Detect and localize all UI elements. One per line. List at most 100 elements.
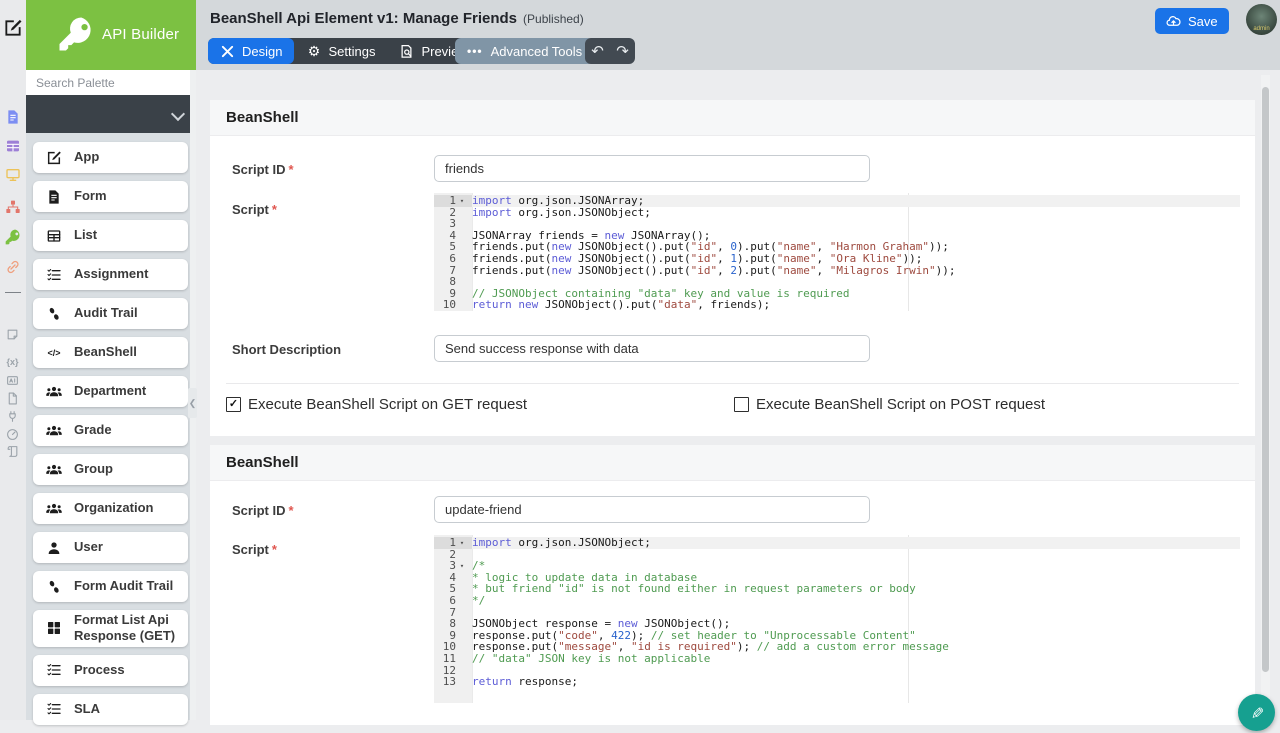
save-button[interactable]: Save (1155, 8, 1229, 34)
palette-item-form[interactable]: Form (33, 181, 188, 212)
checkbox-label: Execute BeanShell Script on POST request (756, 396, 1045, 413)
script-code-editor[interactable]: 1▾import org.json.JSONObject;2 3▾/*4* lo… (434, 535, 1240, 703)
palette-category-dropdown[interactable] (26, 95, 196, 133)
builder-title: BeanShell Api Element v1: Manage Friends (210, 10, 517, 27)
script-code-editor[interactable]: 1▾import org.json.JSONArray;2import org.… (434, 193, 1240, 311)
palette-item-beanshell[interactable]: </>BeanShell (33, 337, 188, 368)
line-number: 6 (434, 253, 456, 265)
process-builder-icon[interactable] (5, 199, 21, 215)
scroll-icon[interactable] (6, 445, 19, 458)
preview-icon (399, 44, 414, 59)
script-id-input[interactable] (434, 496, 870, 523)
code-line[interactable]: 2 (434, 549, 1240, 561)
builder-icon-rail: {x} (0, 0, 26, 720)
fold-arrow-icon (456, 665, 468, 677)
palette-item-audit-trail[interactable]: Audit Trail (33, 298, 188, 329)
notes-icon[interactable] (6, 328, 19, 341)
fold-arrow-icon (456, 253, 468, 265)
execute-on-get-checkbox[interactable]: ✓ Execute BeanShell Script on GET request (226, 396, 527, 413)
line-number: 8 (434, 618, 456, 630)
page-title: BeanShell Api Element v1: Manage Friends… (210, 10, 584, 27)
performance-icon[interactable] (6, 428, 19, 441)
avatar-label: admin (1246, 26, 1277, 32)
variables-icon[interactable]: {x} (6, 355, 19, 368)
palette-item-format-list-api-response-get[interactable]: Format List Api Response (GET) (33, 610, 188, 647)
code-line[interactable]: 1▾import org.json.JSONArray; (434, 195, 1240, 207)
top-bar: BeanShell Api Element v1: Manage Friends… (196, 0, 1280, 70)
checklist-icon (46, 267, 62, 283)
palette-item-label: Assignment (74, 266, 148, 282)
ellipsis-icon: ••• (467, 44, 483, 58)
tab-design[interactable]: Design (208, 38, 294, 64)
palette-item-label: Form Audit Trail (74, 578, 173, 594)
document-icon[interactable] (6, 392, 19, 405)
fold-arrow-icon (456, 218, 468, 230)
script-id-label: Script ID* (232, 162, 294, 177)
palette-item-assignment[interactable]: Assignment (33, 259, 188, 290)
pencil-square-icon (46, 150, 62, 166)
advanced-tools-button[interactable]: ••• Advanced Tools (455, 38, 594, 64)
pencil-icon: ✎ (1247, 706, 1267, 719)
design-icon (220, 44, 235, 59)
resources-icon[interactable] (5, 259, 21, 275)
edit-note-icon[interactable] (3, 18, 23, 38)
fold-arrow-icon (456, 607, 468, 619)
code-line[interactable]: 1▾import org.json.JSONObject; (434, 537, 1240, 549)
palette-collapse-handle[interactable]: ❮ (188, 388, 197, 418)
userview-builder-icon[interactable] (5, 167, 21, 183)
fold-arrow-icon (456, 641, 468, 653)
script-id-label: Script ID* (232, 503, 294, 518)
script-id-input[interactable] (434, 155, 870, 182)
fold-arrow-icon[interactable]: ▾ (456, 560, 468, 572)
fold-arrow-icon (456, 299, 468, 311)
redo-icon[interactable]: ↷ (616, 44, 629, 59)
checklist-icon (46, 662, 62, 678)
fold-arrow-icon[interactable]: ▾ (456, 195, 468, 207)
code-line[interactable]: 11// "data" JSON key is not applicable (434, 653, 1240, 665)
beanshell-element-panel-1: BeanShell Script ID* Script* 1▾import or… (210, 100, 1255, 436)
palette-item-user[interactable]: User (33, 532, 188, 563)
api-builder-icon[interactable] (5, 229, 21, 245)
checkbox-icon[interactable] (734, 397, 749, 412)
palette-item-organization[interactable]: Organization (33, 493, 188, 524)
line-number: 1 (434, 195, 456, 207)
fold-arrow-icon (456, 265, 468, 277)
fold-arrow-icon[interactable]: ▾ (456, 537, 468, 549)
undo-icon[interactable]: ↶ (591, 44, 604, 59)
code-line[interactable]: 13return response; (434, 676, 1240, 688)
user-avatar[interactable]: admin (1246, 4, 1277, 35)
palette-item-app[interactable]: App (33, 142, 188, 173)
footprints-icon (46, 306, 62, 322)
chevron-down-icon (171, 107, 185, 121)
line-number: 1 (434, 537, 456, 549)
palette-item-label: App (74, 149, 99, 165)
scrollbar-thumb[interactable] (1262, 87, 1269, 672)
localization-icon[interactable] (6, 374, 19, 387)
code-line[interactable]: 6*/ (434, 595, 1240, 607)
tab-settings[interactable]: ⚙Settings (294, 38, 387, 64)
short-description-input[interactable] (434, 335, 870, 362)
execute-on-post-checkbox[interactable]: Execute BeanShell Script on POST request (734, 396, 1045, 413)
palette-item-grade[interactable]: Grade (33, 415, 188, 446)
search-palette-input[interactable] (26, 70, 196, 95)
code-line[interactable]: 10return new JSONObject().put("data", fr… (434, 299, 1240, 311)
edit-floating-action-button[interactable]: ✎ (1238, 694, 1275, 731)
table-icon (46, 228, 62, 244)
palette-item-group[interactable]: Group (33, 454, 188, 485)
checkbox-icon[interactable]: ✓ (226, 397, 241, 412)
code-line[interactable]: 5* but friend "id" is not found either i… (434, 583, 1240, 595)
page-scrollbar[interactable] (1261, 75, 1270, 720)
palette-item-department[interactable]: Department (33, 376, 188, 407)
code-line[interactable]: 7friends.put(new JSONObject().put("id", … (434, 265, 1240, 277)
form-builder-icon[interactable] (5, 109, 21, 125)
list-builder-icon[interactable] (5, 138, 21, 154)
plugin-icon[interactable] (6, 410, 19, 423)
checkbox-label: Execute BeanShell Script on GET request (248, 396, 527, 413)
palette-item-form-audit-trail[interactable]: Form Audit Trail (33, 571, 188, 602)
palette-item-process[interactable]: Process (33, 655, 188, 686)
fold-arrow-icon (456, 288, 468, 300)
divider (226, 383, 1239, 384)
code-line[interactable]: 2import org.json.JSONObject; (434, 207, 1240, 219)
palette-item-label: Organization (74, 500, 153, 516)
palette-item-list[interactable]: List (33, 220, 188, 251)
